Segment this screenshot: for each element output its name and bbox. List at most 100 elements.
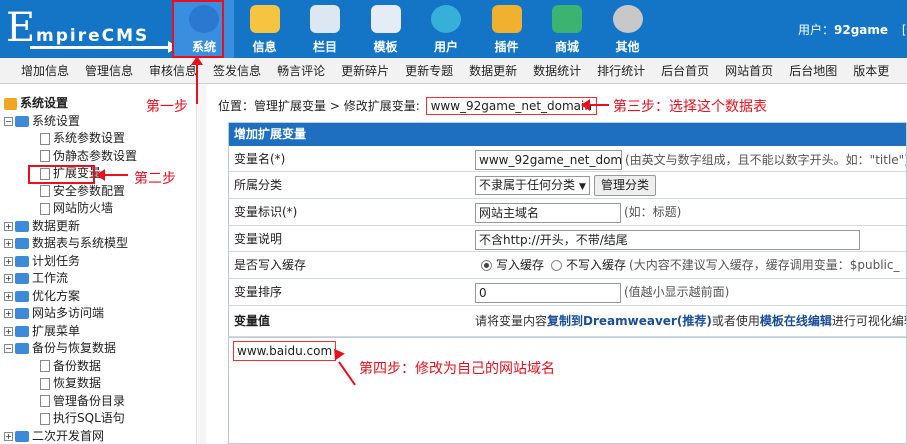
desc-label: 变量说明 xyxy=(234,232,283,246)
menu-item[interactable]: 排行统计 xyxy=(597,58,645,83)
cache-yes-label: 写入缓存 xyxy=(496,258,545,272)
document-icon xyxy=(40,412,50,425)
home-icon xyxy=(4,97,17,110)
sidebar-item[interactable]: + 网站多访问端 xyxy=(4,305,104,321)
expand-icon[interactable]: + xyxy=(4,291,13,301)
sidebar-item[interactable]: 系统设置 xyxy=(4,95,68,111)
step3-label: 第三步：选择这个数据表 xyxy=(613,99,767,115)
sidebar-item[interactable]: 伪静态参数设置 xyxy=(40,148,137,164)
expand-icon[interactable]: + xyxy=(4,256,13,266)
sidebar-item[interactable]: 系统参数设置 xyxy=(40,130,125,146)
var-name-input[interactable]: www_92game_net_domain xyxy=(475,149,622,170)
menu-item[interactable]: 畅言评论 xyxy=(277,58,325,83)
menu-item[interactable]: 网站首页 xyxy=(725,58,773,83)
sidebar-item[interactable]: 安全参数配置 xyxy=(40,183,125,199)
user-info: 用户：92game [退 xyxy=(798,21,907,38)
menu-item[interactable]: 数据更新 xyxy=(469,58,517,83)
step3-arrowhead-icon xyxy=(581,99,590,111)
nav-item[interactable]: 信息 xyxy=(235,0,295,58)
cache-yes-radio[interactable] xyxy=(481,260,492,271)
form-title: 增加扩展变量 xyxy=(234,127,307,141)
folder-icon xyxy=(15,343,29,354)
nav-label: 用户 xyxy=(433,40,458,54)
desc-input[interactable]: 不含http://开头，不带/结尾 xyxy=(475,229,860,250)
menu-item[interactable]: 后台首页 xyxy=(661,58,709,83)
sidebar-item-label: 系统设置 xyxy=(20,96,69,110)
menu-item[interactable]: 签发信息 xyxy=(213,58,261,83)
sidebar-item[interactable]: + 二次开发首网 xyxy=(4,428,104,444)
sidebar-item[interactable]: 执行SQL语句 xyxy=(40,410,125,426)
folder-icon xyxy=(15,220,29,232)
folder-icon xyxy=(15,308,29,319)
menu-item[interactable]: 版本更 xyxy=(853,58,889,83)
collapse-icon[interactable]: − xyxy=(4,116,13,126)
user-name[interactable]: 92game xyxy=(834,23,888,37)
menu-item[interactable]: 管理信息 xyxy=(85,58,133,83)
sidebar-item-label: 数据更新 xyxy=(32,218,81,233)
mark-input[interactable]: 网站主域名 xyxy=(475,202,621,223)
menu-item[interactable]: 增加信息 xyxy=(21,58,69,83)
expand-icon[interactable]: + xyxy=(4,431,13,441)
menu-item[interactable]: 更新碎片 xyxy=(341,58,389,83)
menu-item[interactable]: 审核信息 xyxy=(149,58,197,83)
sidebar-item[interactable]: + 数据更新 xyxy=(4,218,80,234)
value-hint-1: 请将变量内容 xyxy=(475,314,548,328)
breadcrumb: 位置：管理扩展变量 > 修改扩展变量: www_92game_net_domai… xyxy=(218,97,597,115)
expand-icon[interactable]: + xyxy=(4,326,13,336)
sidebar-item-label: 恢复数据 xyxy=(53,376,102,390)
collapse-icon[interactable]: − xyxy=(4,344,13,353)
nav-label: 插件 xyxy=(494,40,519,54)
nav-item[interactable]: 商城 xyxy=(537,0,597,58)
step1-label: 第一步 xyxy=(146,99,188,115)
document-icon xyxy=(40,377,50,390)
nav-label: 其他 xyxy=(615,40,640,54)
sidebar-item[interactable]: + 工作流 xyxy=(4,270,68,286)
step3-arrow-icon xyxy=(589,104,609,106)
value-hint-5: 进行可视化编辑 xyxy=(831,314,906,328)
document-icon xyxy=(40,132,50,145)
menu-item[interactable]: 后台地图 xyxy=(789,58,837,83)
form-header: 增加扩展变量 xyxy=(229,123,906,146)
nav-item[interactable]: 栏目 xyxy=(295,0,355,58)
sidebar-item[interactable]: 管理备份目录 xyxy=(40,393,125,409)
sidebar-item[interactable]: + 扩展菜单 xyxy=(4,323,80,339)
nav-item[interactable]: 模板 xyxy=(356,0,416,58)
sidebar-item[interactable]: + 数据表与系统模型 xyxy=(4,235,128,251)
user-icon xyxy=(431,5,461,33)
row-var-name: 变量名(*) www_92game_net_domain(由英文与数字组成，且不… xyxy=(229,146,906,172)
breadcrumb-link[interactable]: 管理扩展变量 xyxy=(254,99,326,113)
expand-icon[interactable]: + xyxy=(4,274,13,283)
tools-icon xyxy=(491,5,522,33)
nav-item[interactable]: 其他 xyxy=(598,0,658,58)
expand-icon[interactable]: + xyxy=(4,239,13,248)
nav-item[interactable]: 插件 xyxy=(477,0,537,58)
step1-highlight xyxy=(172,0,224,58)
template-online-edit-link[interactable]: 模板在线编辑 xyxy=(760,314,832,328)
document-icon xyxy=(40,395,50,407)
menu-item[interactable]: 数据统计 xyxy=(533,58,581,83)
logout-link[interactable]: [退 xyxy=(902,23,907,37)
cache-no-radio[interactable] xyxy=(551,260,563,271)
category-value: 不隶属于任何分类 xyxy=(479,178,576,192)
sidebar-item[interactable]: 恢复数据 xyxy=(40,375,101,391)
sidebar-item[interactable]: + 计划任务 xyxy=(4,253,80,269)
expand-icon[interactable]: + xyxy=(4,309,13,318)
menu-item[interactable]: 更新专题 xyxy=(405,58,453,83)
sidebar-item[interactable]: + 优化方案 xyxy=(4,288,80,304)
sidebar-scrollbar[interactable] xyxy=(198,85,206,444)
nav-label: 信息 xyxy=(252,40,277,54)
sidebar-item[interactable]: 备份数据 xyxy=(40,358,101,374)
category-select[interactable]: 不隶属于任何分类 ▼ xyxy=(475,176,590,195)
sidebar-item-label: 伪静态参数设置 xyxy=(53,148,138,163)
nav-item[interactable]: 用户 xyxy=(416,0,476,58)
user-label: 用户： xyxy=(798,23,835,37)
sidebar-item[interactable]: 网站防火墙 xyxy=(40,200,113,216)
step2-highlight xyxy=(28,165,95,184)
sidebar-item[interactable]: − 系统设置 xyxy=(4,113,80,129)
manage-category-button[interactable]: 管理分类 xyxy=(593,175,656,196)
expand-icon[interactable]: + xyxy=(4,221,13,231)
sidebar-item[interactable]: − 备份与恢复数据 xyxy=(4,340,116,356)
folder-icon xyxy=(15,255,29,267)
value-content: www.baidu.com xyxy=(233,341,337,361)
order-input[interactable]: 0 xyxy=(475,282,621,303)
